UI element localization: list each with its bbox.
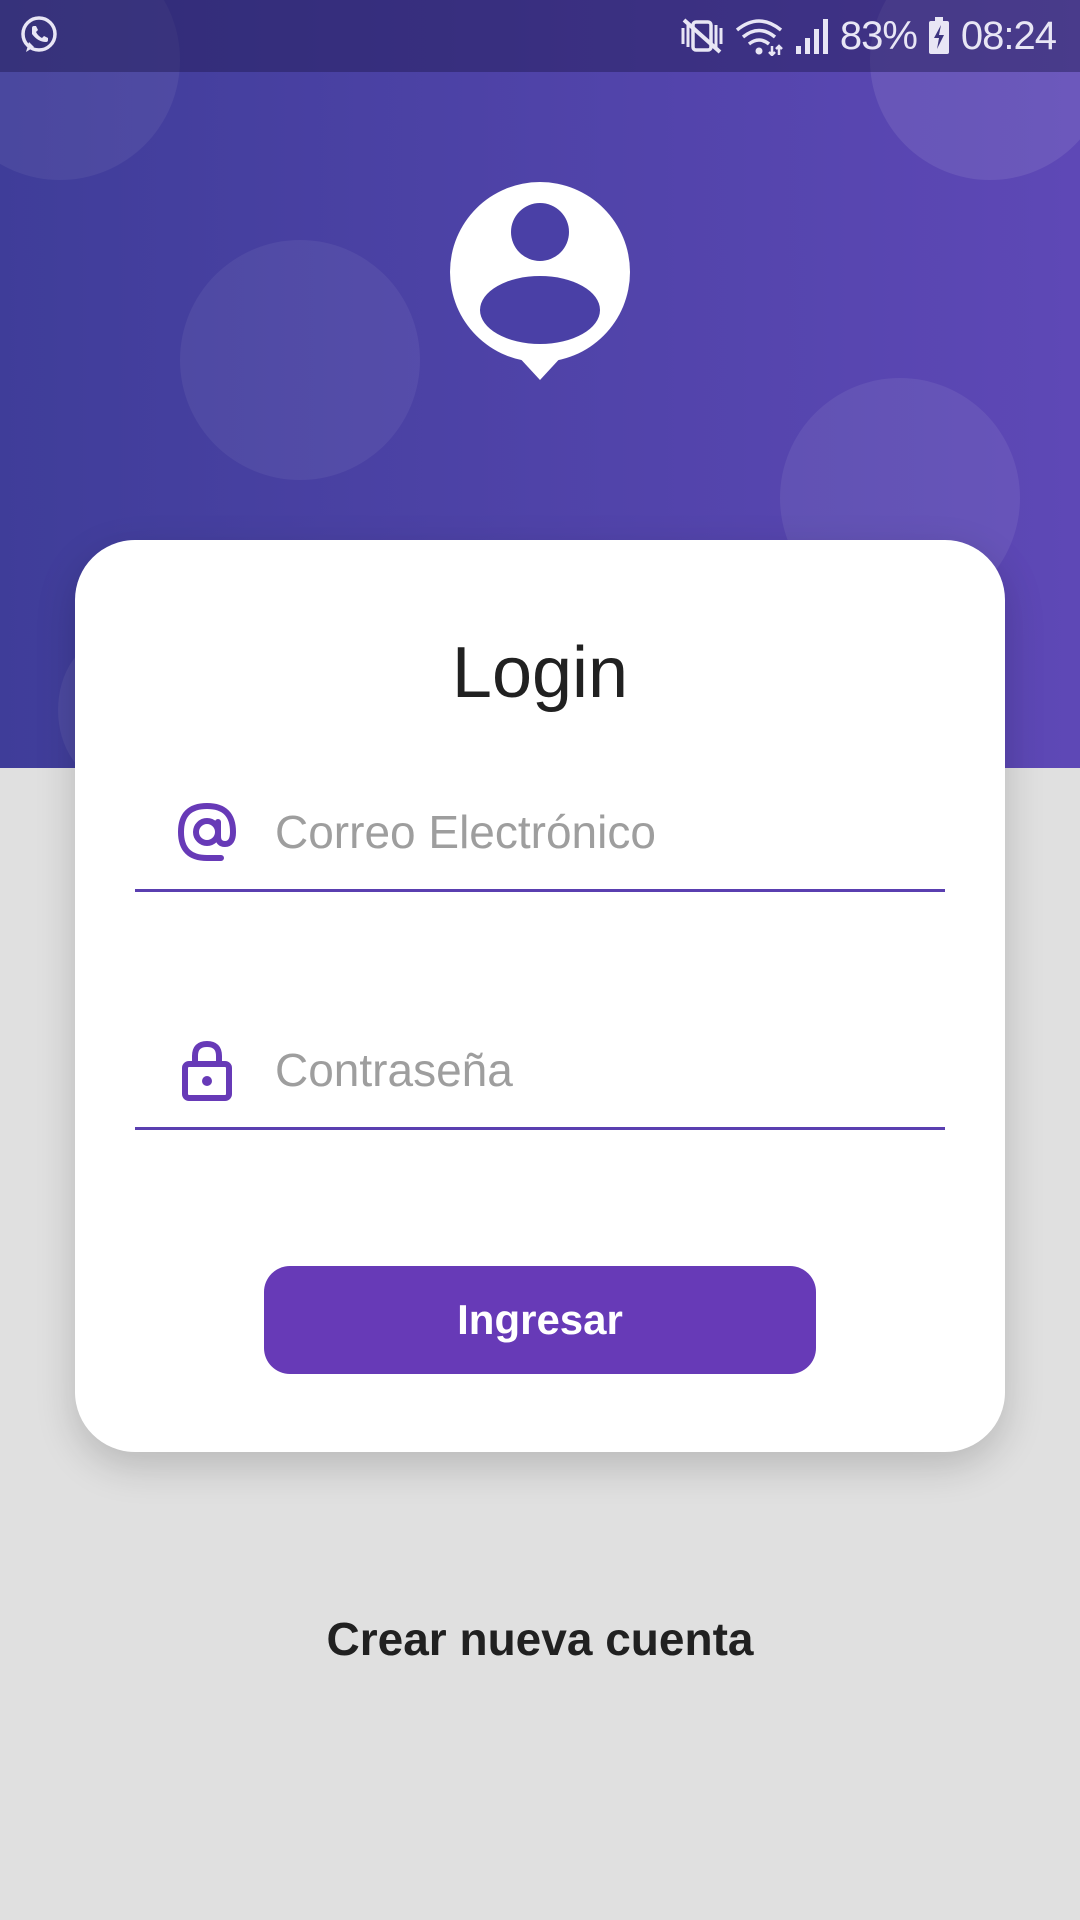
login-card: Login Ingresar xyxy=(75,540,1005,1452)
at-sign-icon xyxy=(175,800,239,864)
status-bar: 83% 08:24 xyxy=(0,0,1080,72)
password-field[interactable] xyxy=(135,1010,945,1130)
create-account-link[interactable]: Crear nueva cuenta xyxy=(0,1612,1080,1666)
whatsapp-icon xyxy=(18,14,60,56)
email-field[interactable] xyxy=(135,772,945,892)
wifi-icon xyxy=(734,16,784,56)
clock-time: 08:24 xyxy=(960,13,1057,58)
page-title: Login xyxy=(451,633,629,713)
user-location-pin-icon xyxy=(448,180,632,384)
decor-circle xyxy=(180,240,420,480)
password-input[interactable] xyxy=(275,1028,915,1112)
vibrate-mute-icon xyxy=(680,16,724,56)
lock-icon xyxy=(175,1038,239,1102)
email-input[interactable] xyxy=(275,790,915,874)
login-submit-button[interactable]: Ingresar xyxy=(264,1266,816,1374)
battery-percent: 83% xyxy=(839,13,918,58)
battery-charging-icon xyxy=(927,16,951,56)
signal-icon xyxy=(794,16,830,56)
